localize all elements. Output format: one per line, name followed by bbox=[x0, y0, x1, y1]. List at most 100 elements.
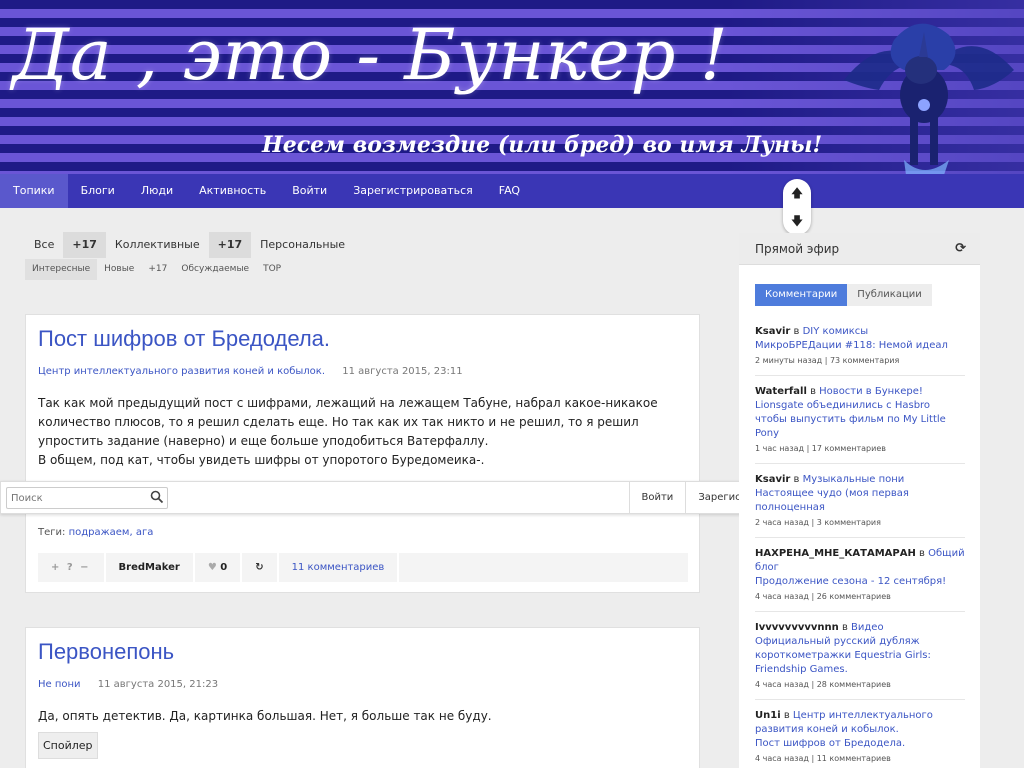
tag-links[interactable]: подражаем, ага bbox=[69, 527, 154, 538]
feed-topic-link[interactable]: Официальный русский дубляж короткометраж… bbox=[755, 636, 931, 675]
tags-label: Теги: bbox=[38, 527, 66, 538]
feed-user[interactable]: Un1i bbox=[755, 710, 781, 721]
login-link[interactable]: Войти bbox=[628, 482, 686, 513]
heart-icon: ♥ bbox=[207, 562, 217, 573]
site-title[interactable]: Да , это - Бункер ! bbox=[12, 14, 729, 96]
main-nav: Топики Блоги Люди Активность Войти Зарег… bbox=[0, 174, 1024, 208]
feed-item: Un1i в Центр интеллектуального развития … bbox=[755, 709, 965, 768]
subfilter-new[interactable]: Новые bbox=[97, 259, 141, 280]
feed-blog-link[interactable]: DIY комиксы bbox=[803, 326, 869, 337]
feed-user[interactable]: Ksavir bbox=[755, 474, 790, 485]
nav-item-login[interactable]: Войти bbox=[279, 174, 340, 208]
subfilter-discussed[interactable]: Обсуждаемые bbox=[174, 259, 256, 280]
topic-toolbar: + ? − BredMaker ♥ 0 ↻ 11 комментариев bbox=[38, 553, 688, 582]
feed-topic-link[interactable]: Продолжение сезона - 12 сентября! bbox=[755, 576, 946, 587]
nav-item-faq[interactable]: FAQ bbox=[486, 174, 533, 208]
filter-personal[interactable]: Персональные bbox=[251, 232, 354, 258]
spoiler-button[interactable]: Спойлер bbox=[38, 732, 98, 759]
topic-title[interactable]: Первонепонь bbox=[38, 639, 687, 665]
tab-comments[interactable]: Комментарии bbox=[755, 284, 848, 306]
topic-title[interactable]: Пост шифров от Бредодела. bbox=[38, 326, 687, 352]
topic-paragraph: Да, опять детектив. Да, картинка большая… bbox=[38, 709, 492, 723]
topic-blog-link[interactable]: Не пони bbox=[38, 679, 81, 690]
princess-luna-mascot-image bbox=[844, 23, 1014, 175]
topic-body: Так как мой предыдущий пост с шифрами, л… bbox=[38, 394, 683, 470]
topic-date: 11 августа 2015, 23:11 bbox=[342, 366, 463, 377]
tab-publications[interactable]: Публикации bbox=[847, 284, 932, 306]
favourite-count: 0 bbox=[220, 562, 228, 573]
topic-body: Да, опять детектив. Да, картинка большая… bbox=[38, 707, 683, 759]
topic-author[interactable]: BredMaker bbox=[106, 553, 195, 582]
feed-topic-link[interactable]: Настоящее чудо (моя первая полноценная bbox=[755, 488, 909, 513]
refresh-icon: ↻ bbox=[255, 562, 264, 573]
feed-time: 1 час назад | 17 комментариев bbox=[755, 444, 886, 453]
refresh-icon[interactable]: ⟳ bbox=[955, 241, 966, 256]
comments-link[interactable]: 11 комментариев bbox=[279, 553, 400, 582]
feed-blog-link[interactable]: Музыкальные пони bbox=[803, 474, 905, 485]
feed-topic-link[interactable]: Пост шифров от Бредодела. bbox=[755, 738, 905, 749]
feed-user[interactable]: Ivvvvvvvvvnnn bbox=[755, 622, 839, 633]
sidebar-header: Прямой эфир ⟳ bbox=[739, 233, 980, 265]
filter-collective-count[interactable]: +17 bbox=[208, 232, 252, 258]
feed-in: в bbox=[783, 710, 790, 721]
feed-user[interactable]: НАХРЕНА_МНЕ_КАТАМАРАН bbox=[755, 548, 916, 559]
floating-search-bar: Войти Зарегистрироваться bbox=[0, 481, 820, 514]
feed-in: в bbox=[793, 474, 800, 485]
nav-item-people[interactable]: Люди bbox=[128, 174, 186, 208]
search-input[interactable] bbox=[6, 487, 168, 509]
feed-in: в bbox=[810, 386, 816, 397]
feed-topic-link[interactable]: Lionsgate объединились с Hasbro чтобы вы… bbox=[755, 400, 946, 439]
feed-list: Ksavir в DIY комиксы МикроБРЕДации #118:… bbox=[755, 325, 965, 768]
feed-in: в bbox=[841, 622, 848, 633]
feed-time: 4 часа назад | 11 комментариев bbox=[755, 754, 891, 763]
feed-blog-link[interactable]: Центр интеллектуального развития коней и… bbox=[755, 710, 933, 735]
topic-filters: Все +17 Коллективные +17 Персональные bbox=[25, 232, 354, 258]
topic-date: 11 августа 2015, 21:23 bbox=[97, 679, 219, 690]
topic-paragraph: В общем, под кат, чтобы увидеть шифры от… bbox=[38, 453, 485, 467]
feed-user[interactable]: Ksavir bbox=[755, 326, 790, 337]
feed-topic-link[interactable]: МикроБРЕДации #118: Немой идеал bbox=[755, 340, 948, 351]
filter-all[interactable]: Все bbox=[25, 232, 63, 258]
feed-time: 4 часа назад | 26 комментариев bbox=[755, 592, 891, 601]
search-icon[interactable] bbox=[150, 490, 164, 504]
filter-all-count[interactable]: +17 bbox=[63, 232, 106, 258]
feed-time: 4 часа назад | 28 комментариев bbox=[755, 680, 891, 689]
nav-item-topics[interactable]: Топики bbox=[0, 174, 68, 208]
topic-card: Пост шифров от Бредодела. Центр интеллек… bbox=[25, 314, 700, 593]
topic-blog-link[interactable]: Центр интеллектуального развития коней и… bbox=[38, 366, 325, 377]
topic-paragraph: Так как мой предыдущий пост с шифрами, л… bbox=[38, 396, 658, 448]
feed-blog-link[interactable]: Видео bbox=[851, 622, 884, 633]
feed-blog-link[interactable]: Новости в Бункере! bbox=[819, 386, 923, 397]
feed-time: 2 минуты назад | 73 комментария bbox=[755, 356, 900, 365]
feed-time: 2 часа назад | 3 комментария bbox=[755, 518, 881, 527]
feed-in: в bbox=[793, 326, 800, 337]
topic-card: Первонепонь Не пони 11 августа 2015, 21:… bbox=[25, 627, 700, 768]
scroll-down-icon[interactable]: 🡇 bbox=[791, 214, 803, 228]
sidebar-title: Прямой эфир bbox=[755, 242, 840, 256]
share-button[interactable]: ↻ bbox=[242, 553, 279, 582]
vote-controls[interactable]: + ? − bbox=[38, 553, 106, 582]
nav-item-register[interactable]: Зарегистрироваться bbox=[340, 174, 486, 208]
feed-item: НАХРЕНА_МНЕ_КАТАМАРАН в Общий блог Продо… bbox=[755, 547, 965, 612]
subfilter-top[interactable]: TOP bbox=[256, 259, 288, 280]
scroll-buttons: 🡅 🡇 bbox=[783, 179, 811, 235]
feed-user[interactable]: Waterfall bbox=[755, 386, 807, 397]
subfilter-interesting[interactable]: Интересные bbox=[25, 259, 98, 280]
topic-tags: Теги: подражаем, ага bbox=[38, 527, 153, 538]
live-feed-sidebar: Прямой эфир ⟳ Комментарии Публикации Ksa… bbox=[739, 233, 980, 768]
feed-item: Ivvvvvvvvvnnn в Видео Официальный русски… bbox=[755, 621, 965, 700]
scroll-up-icon[interactable]: 🡅 bbox=[791, 186, 803, 200]
subfilter-plus17[interactable]: +17 bbox=[141, 259, 174, 280]
feed-item: Ksavir в Музыкальные пони Настоящее чудо… bbox=[755, 473, 965, 538]
nav-item-blogs[interactable]: Блоги bbox=[68, 174, 128, 208]
feed-item: Waterfall в Новости в Бункере! Lionsgate… bbox=[755, 385, 965, 464]
nav-item-activity[interactable]: Активность bbox=[186, 174, 279, 208]
topic-meta: Не пони 11 августа 2015, 21:23 bbox=[38, 679, 687, 690]
feed-in: в bbox=[919, 548, 925, 559]
site-subtitle: Несем возмездие (или бред) во имя Луны! bbox=[262, 132, 823, 158]
topic-subfilters: Интересные Новые +17 Обсуждаемые TOP bbox=[25, 259, 288, 280]
feed-item: Ksavir в DIY комиксы МикроБРЕДации #118:… bbox=[755, 325, 965, 376]
favourite-button[interactable]: ♥ 0 bbox=[195, 553, 243, 582]
filter-collective[interactable]: Коллективные bbox=[106, 232, 209, 258]
topic-meta: Центр интеллектуального развития коней и… bbox=[38, 366, 687, 377]
